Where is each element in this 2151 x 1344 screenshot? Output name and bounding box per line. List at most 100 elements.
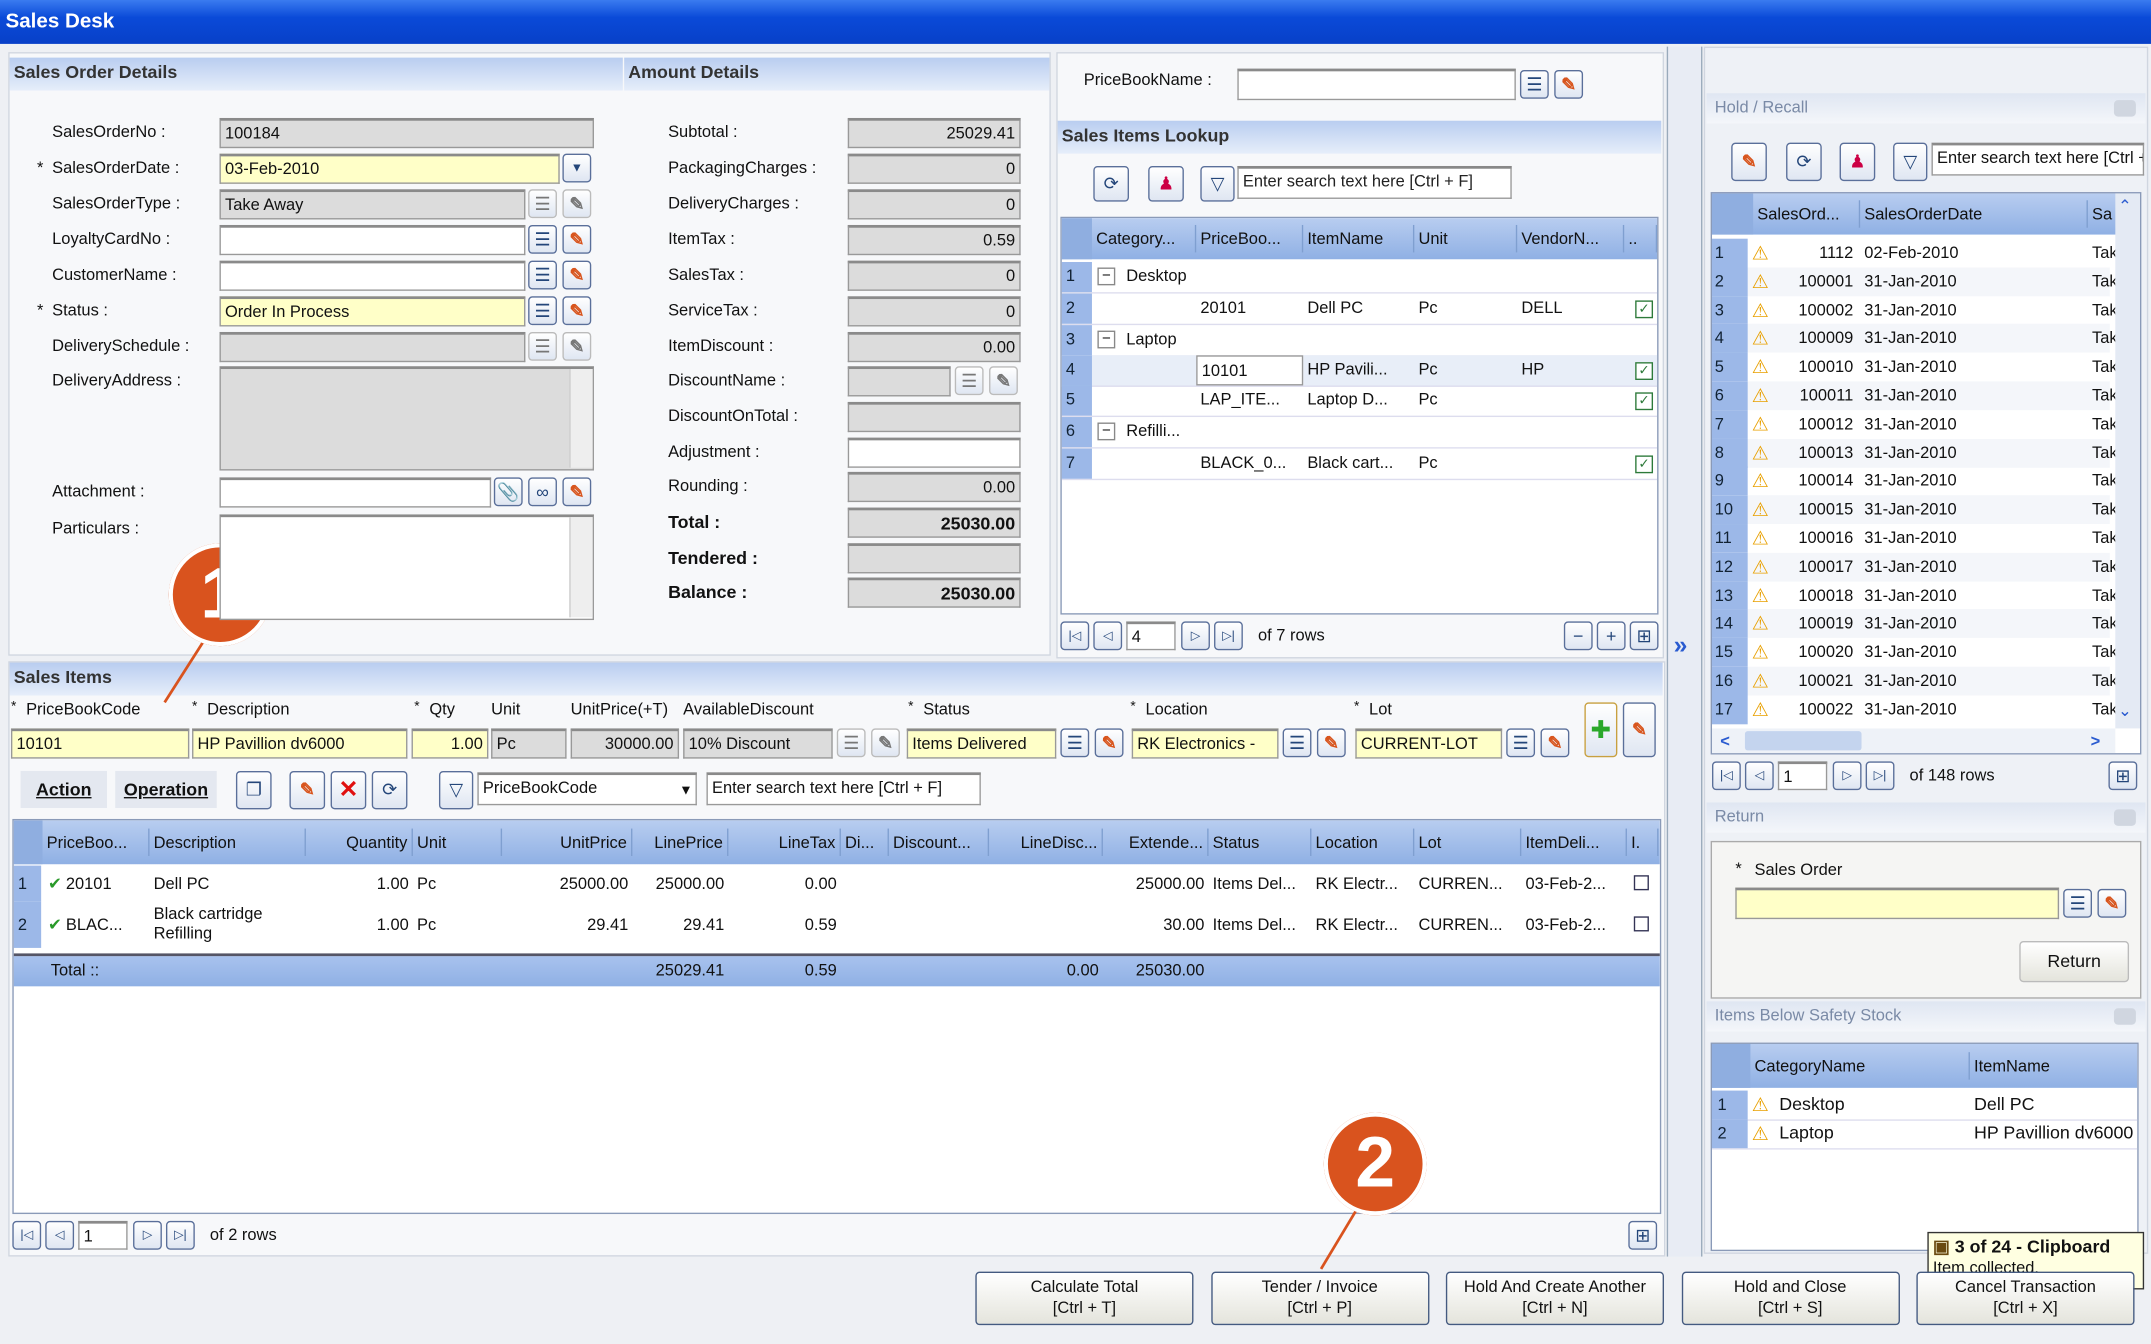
entry-unit-price-input[interactable]: 30000.00 (570, 728, 680, 759)
entry-label: * (1130, 699, 1136, 715)
entry-available-discount-input[interactable]: 10% Discount (683, 728, 833, 759)
prev-page-icon[interactable]: ◁ (1744, 761, 1774, 791)
prev-page-icon[interactable]: ◁ (1093, 621, 1123, 651)
cancel-transaction-button[interactable]: Cancel Transaction [Ctrl + X] (1916, 1271, 2135, 1326)
field-salesordertype[interactable]: Take Away (219, 189, 526, 220)
list-icon[interactable]: ☰ (1506, 728, 1536, 758)
paperclip-icon[interactable]: 📎 (493, 477, 523, 507)
annotation-badge-2: 2 (1323, 1112, 1427, 1216)
hold-and-create-another-button[interactable]: Hold And Create Another [Ctrl + N] (1445, 1271, 1664, 1326)
field-label: Status : (52, 300, 108, 320)
field-loyaltycardno[interactable] (219, 224, 526, 256)
field-deliveryaddress[interactable] (219, 366, 594, 471)
collapse-all-icon[interactable]: − (1563, 621, 1593, 651)
list-icon[interactable]: ☰ (836, 728, 866, 758)
field-label: CustomerName : (52, 264, 177, 284)
button-label: Calculate Total (1030, 1277, 1139, 1297)
entry-label: AvailableDiscount (683, 699, 814, 719)
entry-label: * (192, 699, 198, 715)
eraser-icon[interactable]: ✎ (562, 331, 592, 361)
field-label: LoyaltyCardNo : (52, 229, 171, 249)
row-count: of 148 rows (1909, 765, 1995, 785)
eraser-icon[interactable]: ✎ (562, 189, 592, 219)
last-page-icon[interactable]: ▷| (1865, 761, 1895, 791)
field-particulars[interactable] (219, 514, 594, 621)
page-number-input[interactable]: 1 (1777, 761, 1828, 791)
first-page-icon[interactable]: |◁ (1060, 621, 1090, 651)
glasses-icon[interactable]: ∞ (528, 477, 557, 507)
fit-columns-icon[interactable]: ⊞ (1629, 621, 1659, 651)
list-icon[interactable]: ☰ (528, 189, 557, 219)
expand-all-icon[interactable]: + (1596, 621, 1626, 651)
eraser-icon[interactable]: ✎ (1622, 702, 1656, 758)
last-page-icon[interactable]: ▷| (165, 1220, 195, 1250)
add-item-icon[interactable]: ✚ (1584, 702, 1618, 758)
amount-balance: 25030.00 (847, 577, 1021, 608)
amount-label: ServiceTax : (668, 300, 758, 320)
field-salesorderdate[interactable]: 03-Feb-2010 (219, 153, 560, 184)
eraser-icon[interactable]: ✎ (562, 260, 592, 290)
first-page-icon[interactable]: |◁ (1712, 761, 1741, 791)
page-number-input[interactable]: 1 (78, 1220, 128, 1250)
hold-and-close-button[interactable]: Hold and Close [Ctrl + S] (1681, 1271, 1900, 1326)
field-label: Particulars : (52, 518, 140, 538)
field-attachment[interactable] (219, 477, 492, 508)
field-status[interactable]: Order In Process (219, 296, 526, 327)
scrollbar[interactable] (569, 369, 593, 468)
entry-label: UnitPrice(+T) (570, 699, 669, 719)
amount-discountname (847, 366, 951, 397)
eraser-icon[interactable]: ✎ (1540, 728, 1570, 758)
amount-label: Tendered : (668, 547, 758, 568)
next-page-icon[interactable]: ▷ (1832, 761, 1862, 791)
field-label: Attachment : (52, 481, 145, 501)
tender-invoice-button[interactable]: Tender / Invoice [Ctrl + P] (1210, 1271, 1429, 1326)
entry-unit-input[interactable]: Pc (491, 728, 567, 759)
list-icon[interactable]: ☰ (1282, 728, 1312, 758)
entry-label: * (10, 699, 17, 715)
amount-label: ItemDiscount : (668, 336, 774, 356)
list-icon[interactable]: ☰ (528, 224, 557, 254)
list-icon[interactable]: ☰ (954, 366, 984, 396)
list-icon[interactable]: ☰ (528, 331, 557, 361)
entry-label: Qty (429, 699, 455, 719)
entry-lot-input[interactable]: CURRENT-LOT (1355, 728, 1503, 759)
amount-label: DiscountOnTotal : (668, 406, 799, 426)
eraser-icon[interactable]: ✎ (1094, 728, 1124, 758)
amount-adjustment[interactable] (847, 437, 1021, 468)
eraser-icon[interactable]: ✎ (562, 296, 592, 326)
field-customername[interactable] (219, 260, 526, 291)
next-page-icon[interactable]: ▷ (133, 1220, 162, 1250)
page-number-input[interactable]: 4 (1126, 621, 1176, 651)
eraser-icon[interactable]: ✎ (871, 728, 900, 758)
amount-salestax: 0 (847, 260, 1021, 291)
eraser-icon[interactable]: ✎ (1316, 728, 1346, 758)
prev-page-icon[interactable]: ◁ (45, 1220, 75, 1250)
list-icon[interactable]: ☰ (528, 260, 557, 290)
field-salesorderno[interactable]: 100184 (219, 117, 594, 149)
entry-label: * (1353, 699, 1360, 715)
entry-status-input[interactable]: Items Delivered (906, 728, 1057, 759)
calculate-total-button[interactable]: Calculate Total [Ctrl + T] (975, 1271, 1194, 1326)
button-shortcut: [Ctrl + N] (1522, 1297, 1588, 1317)
list-icon[interactable]: ☰ (528, 296, 557, 326)
entry-pricebook-code-input[interactable]: 10101 (10, 728, 190, 759)
eraser-icon[interactable]: ✎ (562, 477, 592, 507)
field-deliveryschedule[interactable] (219, 331, 526, 363)
entry-description-input[interactable]: HP Pavillion dv6000 (192, 728, 408, 759)
first-page-icon[interactable]: |◁ (12, 1220, 42, 1250)
field-label: SalesOrderDate : (52, 157, 180, 177)
entry-location-input[interactable]: RK Electronics - (1131, 728, 1279, 759)
entry-qty-input[interactable]: 1.00 (411, 728, 489, 759)
amount-itemtax: 0.59 (847, 224, 1021, 256)
amount-tendered (847, 543, 1021, 574)
eraser-icon[interactable]: ✎ (989, 366, 1018, 396)
chevron-down-icon[interactable]: ▼ (562, 153, 592, 183)
next-page-icon[interactable]: ▷ (1181, 621, 1210, 651)
amount-label: SalesTax : (668, 264, 745, 284)
fit-columns-icon[interactable]: ⊞ (2108, 761, 2138, 791)
eraser-icon[interactable]: ✎ (562, 224, 592, 254)
list-icon[interactable]: ☰ (1060, 728, 1090, 758)
last-page-icon[interactable]: ▷| (1214, 621, 1243, 651)
scrollbar[interactable] (569, 517, 593, 618)
fit-columns-icon[interactable]: ⊞ (1628, 1220, 1658, 1250)
